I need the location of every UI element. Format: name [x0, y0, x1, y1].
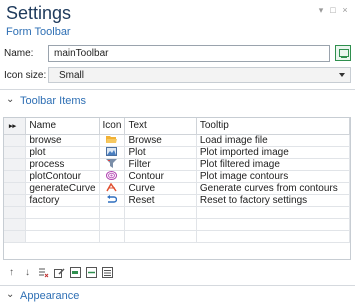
cell-tooltip[interactable]: Plot image contours	[196, 170, 351, 183]
row-header[interactable]	[4, 194, 27, 207]
section-toolbar-items[interactable]: ⌄ Toolbar Items	[0, 93, 355, 110]
cell-name[interactable]: generateCurve	[25, 182, 100, 195]
column-header-name[interactable]: Name	[25, 118, 100, 135]
row-header[interactable]	[4, 170, 27, 183]
cell-icon[interactable]	[99, 158, 126, 171]
cell-tooltip[interactable]	[196, 206, 351, 219]
add-item-icon[interactable]	[70, 266, 81, 278]
cell-icon[interactable]	[99, 170, 126, 183]
cell-name[interactable]: plot	[25, 146, 100, 159]
delete-list-icon[interactable]	[38, 267, 49, 278]
curve-icon	[105, 183, 117, 192]
chevron-down-icon	[339, 73, 345, 77]
close-icon[interactable]: ×	[341, 5, 349, 16]
dropdown-icon[interactable]: ▾	[317, 5, 325, 16]
cell-tooltip[interactable]: Reset to factory settings	[196, 194, 351, 207]
icon-size-select[interactable]: Small	[48, 67, 351, 83]
cell-icon[interactable]	[99, 146, 126, 159]
divider	[0, 89, 355, 90]
cell-name[interactable]	[25, 206, 100, 219]
column-header-text[interactable]: Text	[124, 118, 197, 135]
table-row[interactable]: plot Plot Plot imported image	[4, 146, 351, 159]
column-header-icon[interactable]: Icon	[99, 118, 126, 135]
contour-icon	[105, 171, 117, 181]
cell-text[interactable]: Reset	[124, 194, 197, 207]
table-row[interactable]: generateCurve Curve Generate curves from…	[4, 182, 351, 195]
table-row[interactable]	[4, 218, 351, 231]
cell-icon[interactable]	[99, 230, 126, 243]
reset-icon	[106, 195, 117, 204]
expand-all-icon[interactable]: ▸▸	[4, 118, 27, 135]
icon-size-label: Icon size:	[4, 70, 47, 81]
table-row[interactable]: factory Reset Reset to factory settings	[4, 194, 351, 207]
settings-subtitle: Form Toolbar	[6, 26, 71, 38]
section-title: Toolbar Items	[20, 95, 87, 107]
table-row[interactable]: process Filter Plot filtered image	[4, 158, 351, 171]
cell-name[interactable]: plotContour	[25, 170, 100, 183]
icon-size-value: Small	[59, 70, 85, 81]
section-appearance[interactable]: ⌄ Appearance	[0, 288, 355, 305]
cell-name[interactable]: browse	[25, 134, 100, 147]
image-plot-icon	[105, 147, 117, 157]
cell-text[interactable]	[124, 206, 197, 219]
cell-icon[interactable]	[99, 182, 126, 195]
row-header[interactable]	[4, 206, 27, 219]
edit-name-button[interactable]	[335, 45, 351, 61]
cell-text[interactable]	[124, 230, 197, 243]
edit-icon[interactable]	[54, 267, 65, 278]
window-controls: ▾ □ ×	[317, 5, 349, 16]
filter-icon	[105, 159, 117, 169]
toolbar-items-table: ▸▸ Name Icon Text Tooltip browse Browse …	[3, 117, 351, 260]
cell-name[interactable]: factory	[25, 194, 100, 207]
table-row[interactable]: browse Browse Load image file	[4, 134, 351, 147]
cell-tooltip[interactable]: Load image file	[196, 134, 351, 147]
name-label: Name:	[4, 48, 34, 59]
cell-icon[interactable]	[99, 134, 126, 147]
icon-size-row: Icon size: Small	[4, 67, 353, 84]
table-row[interactable]: plotContour Contour Plot image contours	[4, 170, 351, 183]
cell-text[interactable]: Contour	[124, 170, 197, 183]
section-title: Appearance	[20, 290, 80, 302]
divider	[0, 285, 355, 286]
add-list-icon[interactable]	[102, 266, 113, 278]
name-row: Name:	[4, 45, 353, 62]
table-toolbar: ↑ ↓	[6, 265, 113, 279]
cell-name[interactable]	[25, 218, 100, 231]
chevron-down-icon: ⌄	[6, 94, 15, 105]
row-header[interactable]	[4, 218, 27, 231]
chevron-down-icon: ⌄	[6, 289, 15, 300]
undock-icon[interactable]: □	[329, 5, 337, 16]
table-row[interactable]	[4, 206, 351, 219]
cell-name[interactable]	[25, 230, 100, 243]
cell-icon[interactable]	[99, 206, 126, 219]
row-header[interactable]	[4, 134, 27, 147]
cell-text[interactable]: Plot	[124, 146, 197, 159]
cell-icon[interactable]	[99, 194, 126, 207]
cell-text[interactable]: Browse	[124, 134, 197, 147]
settings-title: Settings	[6, 3, 72, 23]
add-separator-icon[interactable]	[86, 266, 97, 278]
row-header[interactable]	[4, 146, 27, 159]
column-header-tooltip[interactable]: Tooltip	[196, 118, 351, 135]
row-header[interactable]	[4, 230, 27, 243]
move-down-icon[interactable]: ↓	[22, 267, 33, 278]
name-input[interactable]	[48, 45, 330, 62]
cell-icon[interactable]	[99, 218, 126, 231]
move-up-icon[interactable]: ↑	[6, 267, 17, 278]
row-header[interactable]	[4, 182, 27, 195]
row-header[interactable]	[4, 158, 27, 171]
cell-tooltip[interactable]	[196, 230, 351, 243]
cell-tooltip[interactable]: Plot filtered image	[196, 158, 351, 171]
table-header: ▸▸ Name Icon Text Tooltip	[4, 118, 351, 135]
cell-name[interactable]: process	[25, 158, 100, 171]
cell-text[interactable]	[124, 218, 197, 231]
table-row[interactable]	[4, 230, 351, 243]
folder-open-icon	[105, 136, 117, 144]
cell-tooltip[interactable]: Generate curves from contours	[196, 182, 351, 195]
cell-text[interactable]: Curve	[124, 182, 197, 195]
cell-text[interactable]: Filter	[124, 158, 197, 171]
cell-tooltip[interactable]	[196, 218, 351, 231]
cell-tooltip[interactable]: Plot imported image	[196, 146, 351, 159]
